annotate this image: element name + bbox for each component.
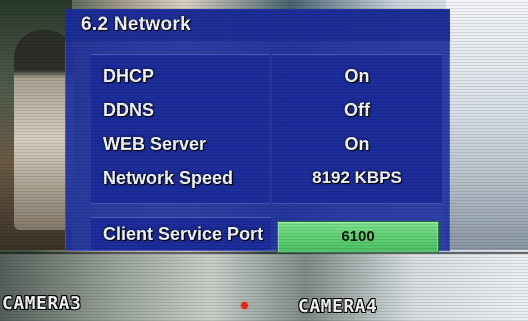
dhcp-label[interactable]: DHCP	[103, 65, 154, 87]
client-service-port-value[interactable]: 6100	[278, 228, 438, 246]
menu-header: 6.2 Network	[65, 9, 450, 41]
menu-title: 6.2 Network	[81, 14, 191, 35]
record-dot-icon	[241, 302, 248, 309]
web-server-label[interactable]: WEB Server	[103, 133, 206, 155]
settings-label-column: DHCP DDNS WEB Server Network Speed	[91, 54, 269, 204]
web-server-value[interactable]: On	[272, 133, 442, 155]
camera-feed-background-right	[446, 0, 528, 250]
network-speed-label[interactable]: Network Speed	[103, 167, 233, 189]
network-settings-menu: 6.2 Network DHCP DDNS WEB Server Network…	[65, 9, 450, 253]
ddns-label[interactable]: DDNS	[103, 99, 154, 121]
dhcp-value[interactable]: On	[272, 65, 442, 87]
dvr-screen: 6.2 Network DHCP DDNS WEB Server Network…	[0, 0, 528, 321]
network-speed-value[interactable]: 8192 KBPS	[272, 167, 442, 189]
client-service-port-field[interactable]: 6100	[277, 221, 439, 253]
client-service-port-row: Client Service Port	[91, 217, 271, 250]
camera4-label: CAMERA4	[298, 296, 378, 317]
settings-value-column: On Off On 8192 KBPS	[272, 54, 442, 204]
client-service-port-label: Client Service Port	[103, 224, 264, 244]
ddns-value[interactable]: Off	[272, 99, 442, 121]
camera3-label: CAMERA3	[2, 293, 82, 314]
